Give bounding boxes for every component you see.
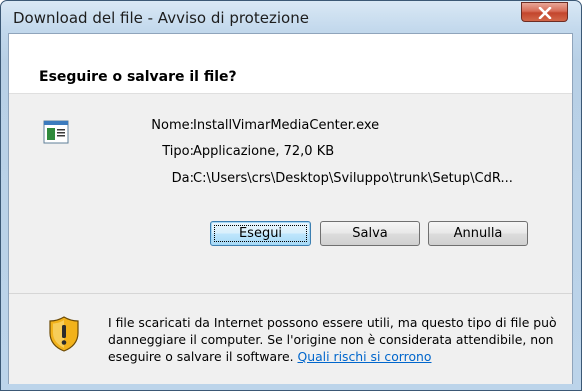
window-title: Download del file - Avviso di protezione [13,9,309,27]
warning-message: I file scaricati da Internet possono ess… [108,314,563,365]
save-button[interactable]: Salva [320,221,420,246]
dialog-header: Eseguire o salvare il file? [9,34,572,94]
risks-link[interactable]: Quali rischi si corrono [297,349,431,364]
warning-section: I file scaricati da Internet possono ess… [9,293,572,384]
save-button-label: Salva [352,226,388,241]
run-button[interactable]: Esegui [210,221,311,246]
file-name-value: InstallVimarMediaCenter.exe [193,118,380,133]
dialog-heading: Eseguire o salvare il file? [39,69,237,85]
name-label: Nome: [151,118,194,133]
source-label: Da: [171,171,194,186]
cancel-button[interactable]: Annulla [428,221,528,246]
security-shield-icon [49,316,79,352]
close-button[interactable] [521,2,568,22]
file-source-value: C:\Users\crs\Desktop\Sviluppo\trunk\Setu… [193,171,513,186]
application-file-icon [43,120,69,144]
file-type-value: Applicazione, 72,0 KB [193,144,335,159]
cancel-button-label: Annulla [453,226,503,241]
close-icon [538,7,552,19]
focus-rectangle [214,225,307,242]
dialog-content: Eseguire o salvare il file? Nome: Instal… [8,33,573,384]
type-label: Tipo: [162,144,194,159]
security-warning-dialog: Download del file - Avviso di protezione… [0,0,582,391]
